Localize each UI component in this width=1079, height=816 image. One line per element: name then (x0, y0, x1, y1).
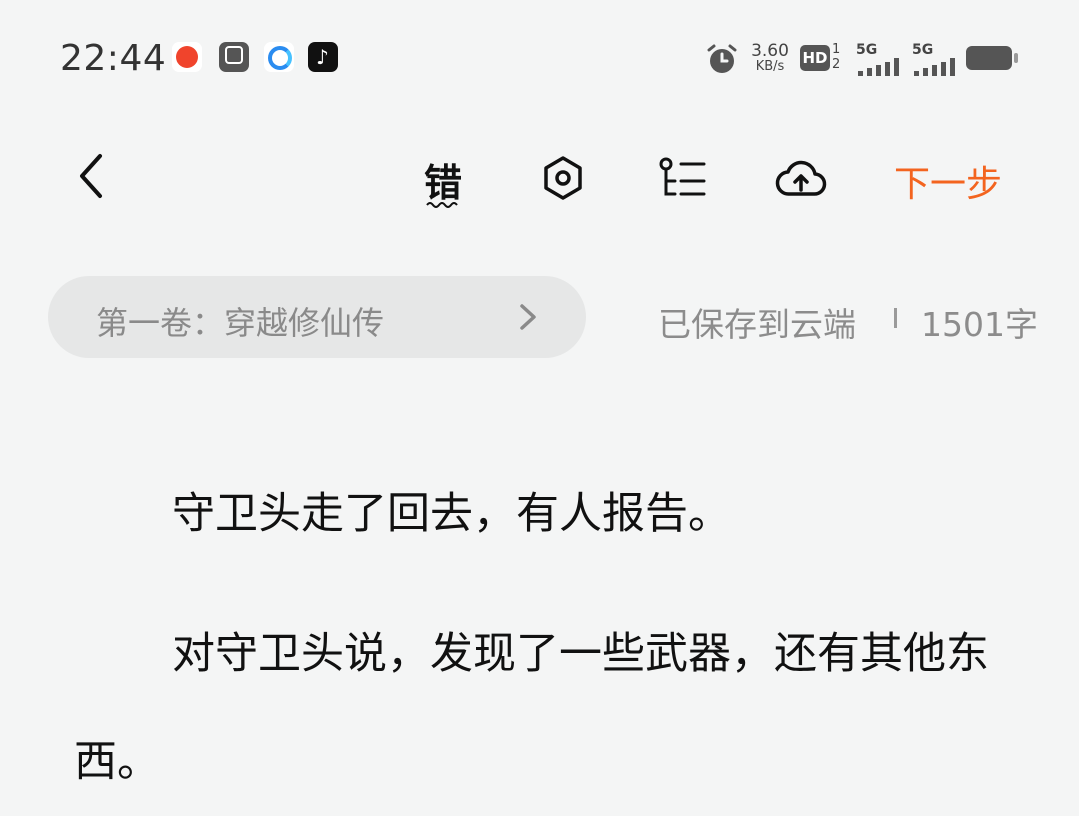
network-speed-unit: KB/s (755, 59, 785, 74)
alarm-icon (707, 44, 737, 73)
status-bar: 22:44 ♪ 3.60 KB/s HD 1 2 5G 5G (0, 0, 1079, 115)
volume-label: 第一卷：穿越修仙传 (96, 304, 385, 342)
signal-bars-icon (914, 58, 955, 76)
paragraph[interactable]: 对守卫头说，发现了一些武器，还有其他东西。 (74, 600, 1024, 816)
chevron-right-icon (520, 304, 536, 330)
squiggle-underline-icon (426, 202, 458, 208)
hd-sim-1: 1 (832, 42, 841, 57)
scissors-app-icon (219, 42, 249, 72)
word-count: 1501字 (921, 305, 1038, 344)
sim2-network-type: 5G (912, 42, 934, 58)
hd-voice-icon: HD (800, 45, 830, 71)
volume-selector[interactable]: 第一卷：穿越修仙传 (48, 276, 586, 358)
save-status: 已保存到云端 (658, 305, 856, 344)
editor-toolbar: 错 下一步 (0, 130, 1079, 230)
network-speed-value: 3.60 (751, 41, 789, 61)
typo-check-button[interactable]: 错 (420, 152, 472, 208)
typo-check-icon: 错 (424, 161, 463, 205)
hd-sim-numbers: 1 2 (832, 42, 840, 72)
back-arrow-icon[interactable] (70, 144, 114, 204)
news-app-icon (172, 42, 202, 72)
hd-sim-2: 2 (832, 57, 841, 72)
settings-icon[interactable] (537, 152, 589, 204)
outline-icon[interactable] (655, 152, 707, 204)
paragraph[interactable]: 守卫头走了回去，有人报告。 (74, 460, 1024, 568)
browser-app-icon (264, 42, 294, 72)
network-speed: 3.60 KB/s (750, 42, 790, 74)
signal-bars-icon (858, 58, 899, 76)
cloud-upload-icon[interactable] (775, 152, 827, 204)
sim1-network-type: 5G (856, 42, 878, 58)
next-step-button[interactable]: 下一步 (894, 155, 1002, 207)
battery-icon (966, 46, 1018, 70)
clock: 22:44 (60, 38, 167, 79)
tiktok-app-icon: ♪ (308, 42, 338, 72)
divider (894, 308, 897, 328)
